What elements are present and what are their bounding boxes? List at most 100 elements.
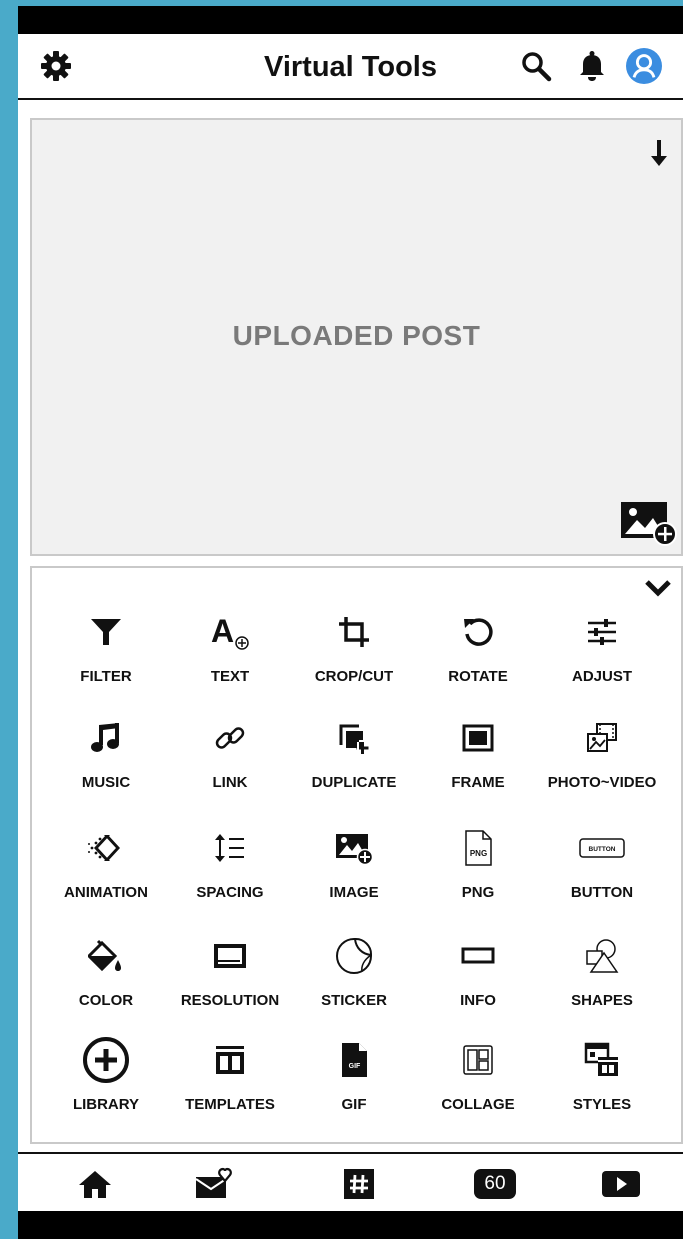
tool-rotate[interactable]: ROTATE (418, 604, 538, 700)
tool-label: BUTTON (570, 884, 634, 901)
bottom-nav: 60 (18, 1152, 683, 1211)
tool-color[interactable]: COLOR (46, 928, 166, 1024)
duplicate-icon (294, 710, 414, 766)
tool-label: STYLES (572, 1096, 632, 1113)
link-icon (170, 710, 290, 766)
bell-icon[interactable] (574, 48, 610, 84)
png-file-icon: PNG (418, 820, 538, 876)
user-avatar-icon[interactable] (626, 48, 662, 84)
rotate-icon (418, 604, 538, 660)
chevron-down-icon[interactable] (643, 576, 673, 600)
tool-label: COLLAGE (441, 1096, 515, 1113)
sliders-icon (542, 604, 662, 660)
tool-label: ANIMATION (64, 884, 148, 901)
gif-icon-text: GIF (349, 1063, 361, 1070)
tools-panel: FILTER A TEXT CROP/CUT ROTATE ADJUST MUS… (30, 566, 683, 1144)
status-bar (18, 6, 683, 34)
tool-label: INFO (460, 992, 496, 1009)
tool-label: TEXT (210, 668, 250, 685)
tool-info[interactable]: INFO (418, 928, 538, 1024)
tool-label: CROP/CUT (314, 668, 394, 685)
uploaded-post-placeholder: UPLOADED POST (232, 320, 481, 351)
styles-icon (542, 1032, 662, 1088)
sixty-badge-icon[interactable]: 60 (470, 1162, 520, 1206)
tool-shapes[interactable]: SHAPES (542, 928, 662, 1024)
add-image-icon[interactable] (621, 498, 679, 546)
tool-label: DUPLICATE (311, 774, 397, 791)
tool-library[interactable]: LIBRARY (46, 1032, 166, 1128)
frame-icon (418, 710, 538, 766)
top-app-bar: Virtual Tools (18, 34, 683, 100)
tool-label: ROTATE (448, 668, 508, 685)
tool-frame[interactable]: FRAME (418, 710, 538, 806)
tool-gif[interactable]: GIF GIF (294, 1032, 414, 1128)
tool-label: MUSIC (81, 774, 131, 791)
animation-icon (46, 820, 166, 876)
nav-play[interactable] (596, 1162, 646, 1206)
post-canvas[interactable]: UPLOADED POST (30, 118, 683, 556)
rectangle-icon (418, 928, 538, 984)
tool-sticker[interactable]: STICKER (294, 928, 414, 1024)
music-note-icon (46, 710, 166, 766)
download-arrow-icon[interactable] (647, 138, 671, 170)
tool-duplicate[interactable]: DUPLICATE (294, 710, 414, 806)
tool-label: RESOLUTION (180, 992, 280, 1009)
nav-messages[interactable] (188, 1162, 238, 1206)
phone-frame: Virtual Tools UPLOADED POST FILTER A TEX… (18, 6, 683, 1239)
template-icon (170, 1032, 290, 1088)
tool-music[interactable]: MUSIC (46, 710, 166, 806)
nav-hashtag[interactable] (334, 1162, 384, 1206)
png-icon-text: PNG (470, 849, 487, 858)
tool-photo-video[interactable]: PHOTO~VIDEO (542, 710, 662, 806)
tool-label: SPACING (196, 884, 264, 901)
tool-link[interactable]: LINK (170, 710, 290, 806)
sticker-icon (294, 928, 414, 984)
tool-text[interactable]: A TEXT (170, 604, 290, 700)
system-bottom-bar (18, 1211, 683, 1239)
tool-templates[interactable]: TEMPLATES (170, 1032, 290, 1128)
button-icon-text: BUTTON (589, 846, 616, 853)
tool-label: STICKER (321, 992, 387, 1009)
tool-styles[interactable]: STYLES (542, 1032, 662, 1128)
button-icon: BUTTON (542, 820, 662, 876)
sixty-badge-label: 60 (474, 1169, 516, 1199)
tool-label: LIBRARY (72, 1096, 140, 1113)
tool-image[interactable]: IMAGE (294, 820, 414, 916)
tool-label: COLOR (78, 992, 134, 1009)
plus-circle-icon (46, 1032, 166, 1088)
text-add-icon: A (170, 604, 290, 660)
tool-filter[interactable]: FILTER (46, 604, 166, 700)
collage-icon (418, 1032, 538, 1088)
tool-label: SHAPES (571, 992, 633, 1009)
play-icon (602, 1171, 640, 1197)
tool-label: PNG (461, 884, 495, 901)
tool-adjust[interactable]: ADJUST (542, 604, 662, 700)
funnel-icon (46, 604, 166, 660)
tool-spacing[interactable]: SPACING (170, 820, 290, 916)
hashtag-icon (344, 1169, 374, 1199)
tool-crop-cut[interactable]: CROP/CUT (294, 604, 414, 700)
app-screen: Virtual Tools UPLOADED POST FILTER A TEX… (18, 34, 683, 1211)
line-spacing-icon (170, 820, 290, 876)
search-icon[interactable] (518, 48, 554, 84)
gear-icon[interactable] (38, 48, 74, 84)
tool-label: FILTER (80, 668, 132, 685)
paint-bucket-icon (46, 928, 166, 984)
nav-home[interactable] (70, 1162, 120, 1206)
crop-icon (294, 604, 414, 660)
home-icon (79, 1171, 111, 1198)
tool-label: ADJUST (571, 668, 632, 685)
tool-resolution[interactable]: RESOLUTION (170, 928, 290, 1024)
tool-png[interactable]: PNG PNG (418, 820, 538, 916)
mail-heart-icon (195, 1167, 232, 1198)
svg-text:A: A (211, 613, 234, 649)
add-image-icon (294, 820, 414, 876)
tool-collage[interactable]: COLLAGE (418, 1032, 538, 1128)
tool-label: FRAME (451, 774, 505, 791)
tool-label: GIF (341, 1096, 367, 1113)
tool-button[interactable]: BUTTON BUTTON (542, 820, 662, 916)
tool-label: LINK (212, 774, 248, 791)
tool-label: TEMPLATES (185, 1096, 275, 1113)
tool-animation[interactable]: ANIMATION (46, 820, 166, 916)
photo-video-icon (542, 710, 662, 766)
